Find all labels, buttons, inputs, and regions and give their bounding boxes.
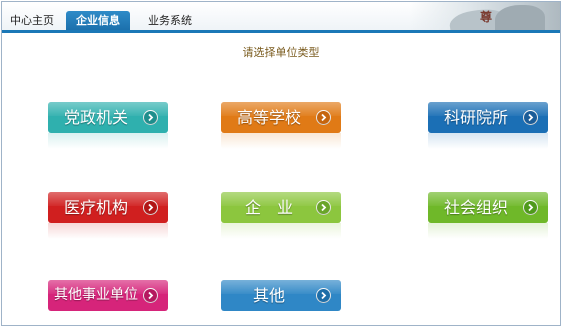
option-label: 其他事业单位 (54, 287, 138, 303)
option-other-button[interactable]: 其他 (221, 280, 341, 311)
option-label: 社会组织 (443, 198, 508, 217)
option-reflection (221, 133, 341, 149)
option-label: 企 业 (244, 198, 293, 217)
chevron-right-icon (316, 288, 331, 303)
option-label: 其他 (252, 286, 285, 305)
option-university-button[interactable]: 高等学校 (221, 102, 341, 133)
option-label: 高等学校 (236, 108, 301, 127)
chevron-right-icon (316, 110, 331, 125)
tab-enterprise-info[interactable]: 企业信息 (66, 11, 130, 31)
chevron-right-icon (143, 200, 158, 215)
top-bar: 尊 中心主页 企业信息 业务系统 (2, 2, 560, 31)
select-unit-type-prompt: 请选择单位类型 (242, 46, 320, 59)
tab-home[interactable]: 中心主页 (8, 12, 56, 30)
option-reflection (221, 223, 341, 239)
option-social-organization-button[interactable]: 社会组织 (428, 192, 548, 223)
option-research-institute-button[interactable]: 科研院所 (428, 102, 548, 133)
chevron-right-icon (523, 200, 538, 215)
chevron-right-icon (143, 288, 158, 303)
app-frame: 尊 中心主页 企业信息 业务系统 请选择单位类型 党政机关 高等学校 科研院所 (1, 1, 561, 326)
option-party-government-button[interactable]: 党政机关 (48, 102, 168, 133)
option-reflection (428, 133, 548, 149)
banner-image: 尊 (410, 2, 560, 30)
option-enterprise-button[interactable]: 企 业 (221, 192, 341, 223)
option-other-public-institution-button[interactable]: 其他事业单位 (48, 280, 168, 311)
option-medical-institution-button[interactable]: 医疗机构 (48, 192, 168, 223)
option-reflection (48, 223, 168, 239)
banner-seal: 尊 (480, 10, 493, 24)
tab-business-system[interactable]: 业务系统 (144, 12, 196, 30)
option-reflection (48, 133, 168, 149)
chevron-right-icon (523, 110, 538, 125)
option-label: 科研院所 (443, 108, 508, 127)
option-label: 医疗机构 (63, 198, 128, 217)
chevron-right-icon (316, 200, 331, 215)
nav-underline (2, 30, 560, 33)
option-reflection (428, 223, 548, 239)
option-label: 党政机关 (63, 108, 128, 127)
chevron-right-icon (143, 110, 158, 125)
